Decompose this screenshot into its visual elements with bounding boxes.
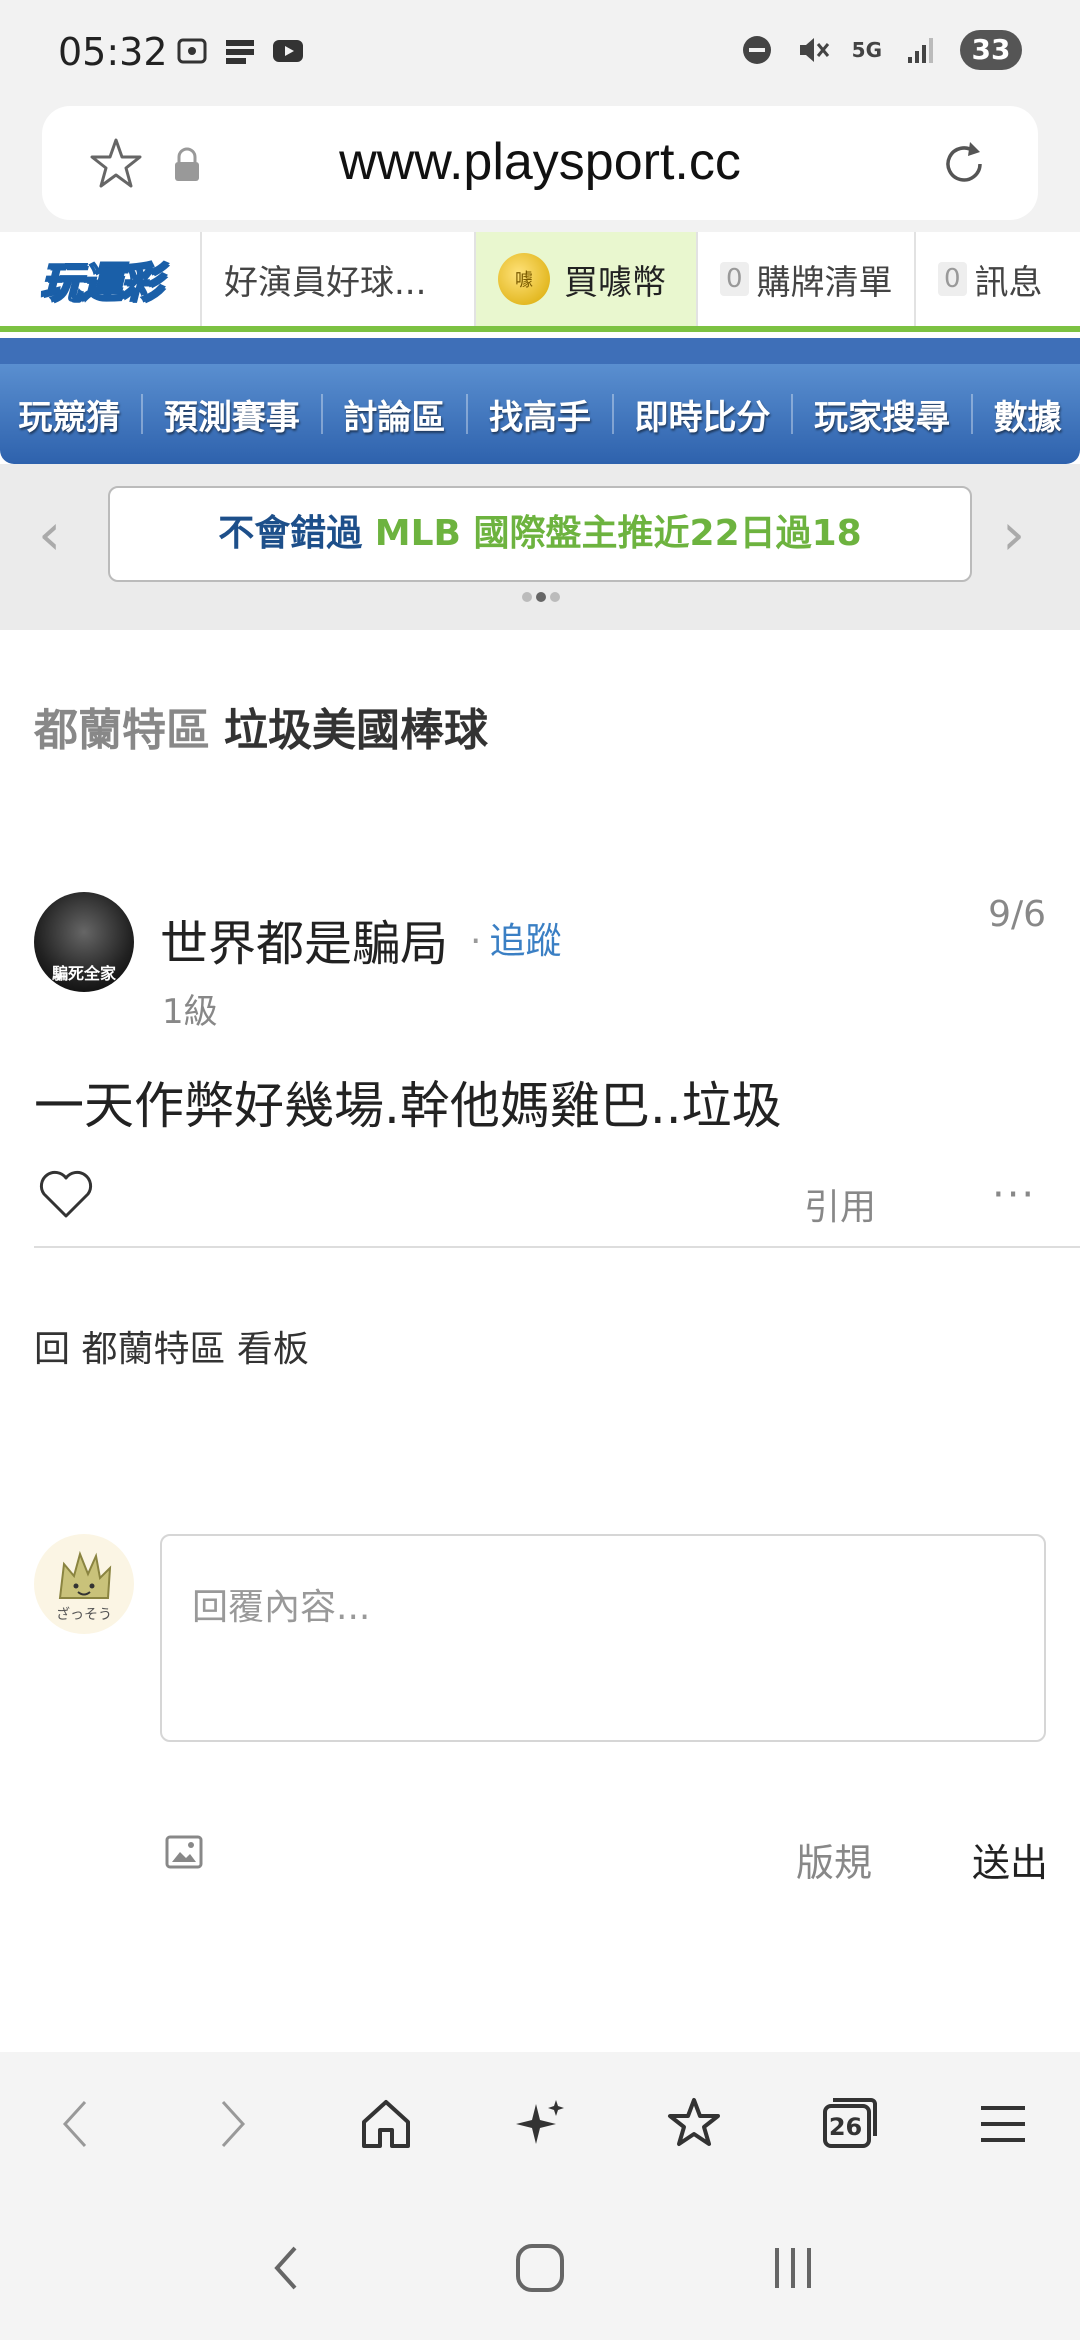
system-back-button[interactable]: [247, 2228, 327, 2308]
bookmarks-star-icon: [668, 2098, 721, 2146]
url-text[interactable]: www.playsport.cc: [42, 132, 1038, 192]
youtube-icon: [273, 40, 303, 62]
send-button[interactable]: 送出: [972, 1832, 1048, 1887]
carousel-next-icon[interactable]: ›: [1002, 504, 1042, 564]
author-avatar[interactable]: 騙死全家: [34, 892, 134, 992]
reply-placeholder: 回覆內容...: [192, 1587, 371, 1628]
logo-text: 玩運彩: [39, 257, 163, 308]
nav-item-label: 買噱幣: [564, 262, 666, 303]
back-to-board-link[interactable]: 回 都蘭特區 看板: [34, 1320, 309, 1372]
category-player-search[interactable]: 玩家搜尋: [814, 390, 950, 439]
category-predictions[interactable]: 預測賽事: [164, 390, 300, 439]
post-body: 一天作弊好幾場.幹他媽雞巴..垃圾: [34, 1077, 782, 1135]
browser-home-button[interactable]: [346, 2084, 426, 2164]
status-time: 05:32: [58, 30, 168, 74]
category-find-experts[interactable]: 找高手: [489, 390, 591, 439]
site-top-nav: 玩運彩 好演員好球... 噱 買噱幣 0 購牌清單 0 訊息: [0, 232, 1080, 332]
browser-bookmarks-button[interactable]: [654, 2084, 734, 2164]
category-guess[interactable]: 玩競猜: [18, 390, 120, 439]
nav-item-messages[interactable]: 0 訊息: [914, 232, 1080, 326]
network-type: 5G: [851, 38, 882, 62]
browser-toolbar: www.playsport.cc: [0, 104, 1080, 232]
carousel-dots: [522, 592, 560, 602]
author-level: 1級: [162, 992, 218, 1032]
banner-text-lead: 不會錯過: [218, 513, 375, 554]
reply-input[interactable]: 回覆內容...: [160, 1534, 1046, 1742]
system-recents-button[interactable]: [753, 2228, 833, 2308]
quote-button[interactable]: 引用: [804, 1178, 876, 1230]
home-icon: [361, 2100, 410, 2148]
promo-banner[interactable]: 不會錯過 MLB 國際盤主推近22日過18: [108, 486, 972, 582]
carousel-dot-active: [536, 592, 546, 602]
category-divider: [141, 394, 144, 434]
category-nav: 玩競猜 預測賽事 討論區 找高手 即時比分 玩家搜尋 數據: [0, 338, 1080, 464]
news-app-icon: [226, 40, 254, 64]
status-system-icons: 5G 33: [740, 30, 1022, 70]
thread-title: 垃圾美國棒球: [224, 705, 488, 756]
category-divider: [320, 394, 323, 434]
page-title: 都蘭特區 垃圾美國棒球: [34, 694, 488, 758]
more-options-button[interactable]: ···: [992, 1172, 1036, 1218]
screenshot-icon: [177, 38, 207, 64]
browser-menu-button[interactable]: [963, 2084, 1043, 2164]
browser-bottom-bar: 26: [0, 2052, 1080, 2196]
board-link[interactable]: 都蘭特區: [34, 705, 210, 756]
nav-item-label: 好演員好球...: [224, 262, 427, 303]
promo-carousel: ‹ 不會錯過 MLB 國際盤主推近22日過18 ›: [0, 464, 1080, 630]
category-divider: [970, 394, 973, 434]
browser-tabs-button[interactable]: 26: [809, 2084, 889, 2164]
follow-button[interactable]: · 追蹤: [470, 912, 561, 964]
post-divider: [34, 1246, 1080, 1248]
hamburger-menu-icon: [980, 2106, 1025, 2142]
browser-back-button[interactable]: [37, 2084, 117, 2164]
battery-indicator: 33: [960, 30, 1022, 70]
category-divider: [791, 394, 794, 434]
browser-ai-button[interactable]: [500, 2084, 580, 2164]
carousel-dot: [522, 592, 532, 602]
status-notification-icons: [175, 34, 305, 68]
rules-button[interactable]: 版規: [796, 1832, 872, 1887]
purchase-count-badge: 0: [720, 262, 749, 296]
system-recents-icon: [775, 2248, 812, 2288]
category-stats[interactable]: 數據: [994, 390, 1062, 439]
like-heart-icon[interactable]: [36, 1164, 96, 1224]
do-not-disturb-icon: [742, 36, 771, 64]
sparkle-icon: [515, 2100, 564, 2144]
carousel-prev-icon[interactable]: ‹: [38, 504, 78, 564]
nav-item-buy-coins[interactable]: 噱 買噱幣: [474, 232, 696, 326]
coin-icon: 噱: [498, 253, 550, 305]
nav-item-recent-topic[interactable]: 好演員好球...: [200, 232, 474, 326]
system-home-icon: [515, 2244, 564, 2292]
category-live-scores[interactable]: 即時比分: [635, 390, 771, 439]
forward-arrow-icon: [222, 2100, 246, 2148]
nav-item-label: 訊息: [974, 262, 1043, 303]
reload-icon[interactable]: [934, 134, 994, 194]
insert-image-icon[interactable]: [164, 1832, 204, 1872]
system-back-icon: [273, 2246, 297, 2290]
status-bar: 05:32 5G 33: [0, 0, 1080, 104]
site-logo[interactable]: 玩運彩: [0, 232, 200, 326]
avatar-caption: 騙死全家: [51, 964, 116, 983]
browser-forward-button[interactable]: [191, 2084, 271, 2164]
tab-count: 26: [828, 2113, 863, 2141]
nav-item-purchase-list[interactable]: 0 購牌清單: [696, 232, 914, 326]
follow-label: 追蹤: [489, 921, 562, 962]
back-arrow-icon: [63, 2100, 87, 2148]
category-divider: [611, 394, 614, 434]
address-bar[interactable]: www.playsport.cc: [42, 106, 1038, 220]
mute-icon: [799, 38, 829, 62]
category-forum[interactable]: 討論區: [343, 390, 445, 439]
system-nav-bar: [0, 2196, 1080, 2340]
banner-text-highlight: MLB 國際盤主推近22日過18: [374, 513, 862, 554]
category-divider: [466, 394, 469, 434]
carousel-dot: [550, 592, 560, 602]
author-name[interactable]: 世界都是騙局: [160, 904, 448, 974]
post-date: 9/6: [988, 894, 1046, 935]
signal-icon: [908, 38, 933, 63]
current-user-avatar: ざっそう: [34, 1534, 134, 1634]
system-home-button[interactable]: [500, 2228, 580, 2308]
avatar-caption: ざっそう: [56, 1607, 112, 1623]
nav-item-label: 購牌清單: [756, 262, 893, 303]
message-count-badge: 0: [938, 262, 967, 296]
